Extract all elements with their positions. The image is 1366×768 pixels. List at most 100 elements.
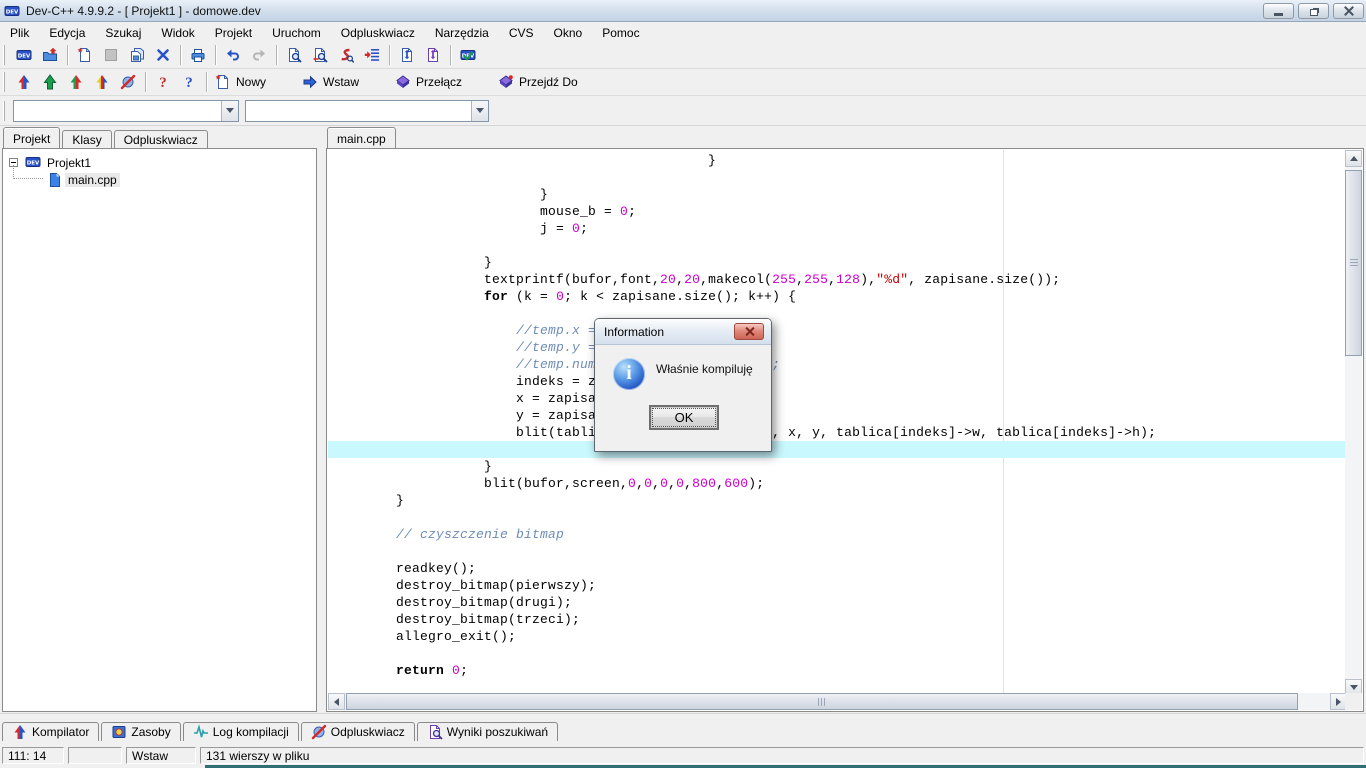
report-tab-odpluskwiacz[interactable]: Odpluskwiacz <box>301 722 415 741</box>
syntax-check-button[interactable]: DEV <box>455 43 481 67</box>
toolbar-separator <box>276 45 277 65</box>
toolbar-button-label: Wstaw <box>323 75 359 89</box>
report-tab-log-kompilacji[interactable]: Log kompilacji <box>183 722 299 741</box>
tree-node-label[interactable]: Projekt1 <box>47 156 91 170</box>
menu-bar: PlikEdycjaSzukajWidokProjektUruchomOdplu… <box>0 23 1366 42</box>
toolbar-gripper[interactable] <box>3 101 5 121</box>
menu-item-projekt[interactable]: Projekt <box>205 24 262 42</box>
svg-text:DEV: DEV <box>18 53 31 59</box>
horizontal-scrollbar[interactable] <box>328 693 1347 710</box>
tree-node-project[interactable]: DEV Projekt1 <box>3 154 316 171</box>
scrollbar-corner <box>1345 693 1362 710</box>
code-line: j = 0; <box>328 220 1346 237</box>
open-project-icon <box>42 47 58 63</box>
swap-header-button[interactable] <box>394 43 420 67</box>
window-controls <box>1263 3 1364 19</box>
new-source-button[interactable] <box>72 43 98 67</box>
new-small-button[interactable]: Nowy <box>211 70 270 94</box>
class-combo-value <box>14 101 221 121</box>
scroll-up-button[interactable] <box>1345 150 1362 167</box>
toggle-bookmark-button[interactable]: Przełącz <box>391 70 466 94</box>
svg-text:?: ? <box>159 75 167 90</box>
find-in-files-button[interactable] <box>307 43 333 67</box>
swap-header-alt-icon <box>425 47 441 63</box>
report-tab-wyniki-poszukiwa-[interactable]: Wyniki poszukiwań <box>417 722 558 741</box>
goto-line-button[interactable] <box>359 43 385 67</box>
class-combo[interactable] <box>13 100 239 122</box>
member-combo[interactable] <box>245 100 489 122</box>
code-line <box>328 237 1346 254</box>
menu-item-plik[interactable]: Plik <box>0 24 39 42</box>
compile-run-icon <box>68 74 84 90</box>
new-project-button[interactable]: DEV <box>11 43 37 67</box>
help-button[interactable]: ? <box>150 70 176 94</box>
new-source-icon <box>77 47 93 63</box>
find-button[interactable] <box>281 43 307 67</box>
code-lines: } } mouse_b = 0; j = 0; } textprintf(buf… <box>328 152 1346 679</box>
tree-node-label[interactable]: main.cpp <box>65 173 120 187</box>
rebuild-button[interactable] <box>89 70 115 94</box>
save-button[interactable] <box>98 43 124 67</box>
insert-button[interactable]: Wstaw <box>298 70 363 94</box>
report-panel: KompilatorZasobyLog kompilacjiOdpluskwia… <box>0 713 1366 745</box>
class-combo-dropdown-button[interactable] <box>221 101 238 121</box>
menu-item-odpluskwiacz[interactable]: Odpluskwiacz <box>331 24 425 42</box>
vertical-scrollbar[interactable] <box>1345 150 1362 696</box>
menu-item-cvs[interactable]: CVS <box>499 24 544 42</box>
toolbar-gripper[interactable] <box>3 72 5 92</box>
dialog-title-bar[interactable]: Information <box>595 319 771 345</box>
editor-tab-main-cpp[interactable]: main.cpp <box>327 127 396 149</box>
code-area[interactable]: } } mouse_b = 0; j = 0; } textprintf(buf… <box>328 150 1346 694</box>
close-button[interactable] <box>1333 3 1364 19</box>
code-line: } <box>328 492 1346 509</box>
dialog-close-button[interactable] <box>734 323 764 340</box>
menu-item-narzędzia[interactable]: Narzędzia <box>425 24 499 42</box>
member-combo-dropdown-button[interactable] <box>471 101 488 121</box>
menu-item-widok[interactable]: Widok <box>151 24 204 42</box>
menu-item-uruchom[interactable]: Uruchom <box>262 24 331 42</box>
print-button[interactable] <box>185 43 211 67</box>
tab-klasy[interactable]: Klasy <box>62 130 111 149</box>
close-file-button[interactable] <box>150 43 176 67</box>
report-tab-zasoby[interactable]: Zasoby <box>101 722 180 741</box>
menu-item-pomoc[interactable]: Pomoc <box>592 24 649 42</box>
tree-node-file[interactable]: main.cpp <box>3 171 316 188</box>
swap-header-alt-button[interactable] <box>420 43 446 67</box>
toolbar-main: DEV DEV <box>0 42 1366 69</box>
tab-projekt[interactable]: Projekt <box>3 127 60 149</box>
goto-bookmark-button[interactable]: Przejdź Do <box>494 70 582 94</box>
ok-button[interactable]: OK <box>649 405 719 430</box>
horizontal-scrollbar-thumb[interactable] <box>346 693 1298 710</box>
minimize-button[interactable] <box>1263 3 1294 19</box>
run-button[interactable] <box>37 70 63 94</box>
code-line <box>328 509 1346 526</box>
menu-item-edycja[interactable]: Edycja <box>39 24 95 42</box>
code-line <box>328 169 1346 186</box>
help-index-button[interactable]: ? <box>176 70 202 94</box>
open-project-button[interactable] <box>37 43 63 67</box>
menu-item-okno[interactable]: Okno <box>544 24 593 42</box>
help-icon: ? <box>155 74 171 90</box>
vertical-scrollbar-thumb[interactable] <box>1345 170 1362 356</box>
report-tab-kompilator[interactable]: Kompilator <box>2 722 99 741</box>
code-line: return 0; <box>328 662 1346 679</box>
close-file-icon <box>155 47 171 63</box>
menu-item-szukaj[interactable]: Szukaj <box>95 24 151 42</box>
compile-run-button[interactable] <box>63 70 89 94</box>
toolbar-gripper[interactable] <box>3 45 5 65</box>
scroll-left-button[interactable] <box>328 693 345 710</box>
redo-button[interactable] <box>246 43 272 67</box>
chevron-down-icon <box>226 108 234 117</box>
undo-icon <box>225 47 241 63</box>
find-results-icon <box>427 724 443 740</box>
debug-button[interactable] <box>115 70 141 94</box>
code-line: //temp.numer = zapisane[k].numer; <box>328 356 1346 373</box>
tab-odpluskwiacz[interactable]: Odpluskwiacz <box>114 130 208 149</box>
save-all-button[interactable] <box>124 43 150 67</box>
compile-button[interactable] <box>11 70 37 94</box>
code-line: readkey(); <box>328 560 1346 577</box>
code-line: allegro_exit(); <box>328 628 1346 645</box>
undo-button[interactable] <box>220 43 246 67</box>
replace-button[interactable] <box>333 43 359 67</box>
restore-button[interactable] <box>1298 3 1329 19</box>
